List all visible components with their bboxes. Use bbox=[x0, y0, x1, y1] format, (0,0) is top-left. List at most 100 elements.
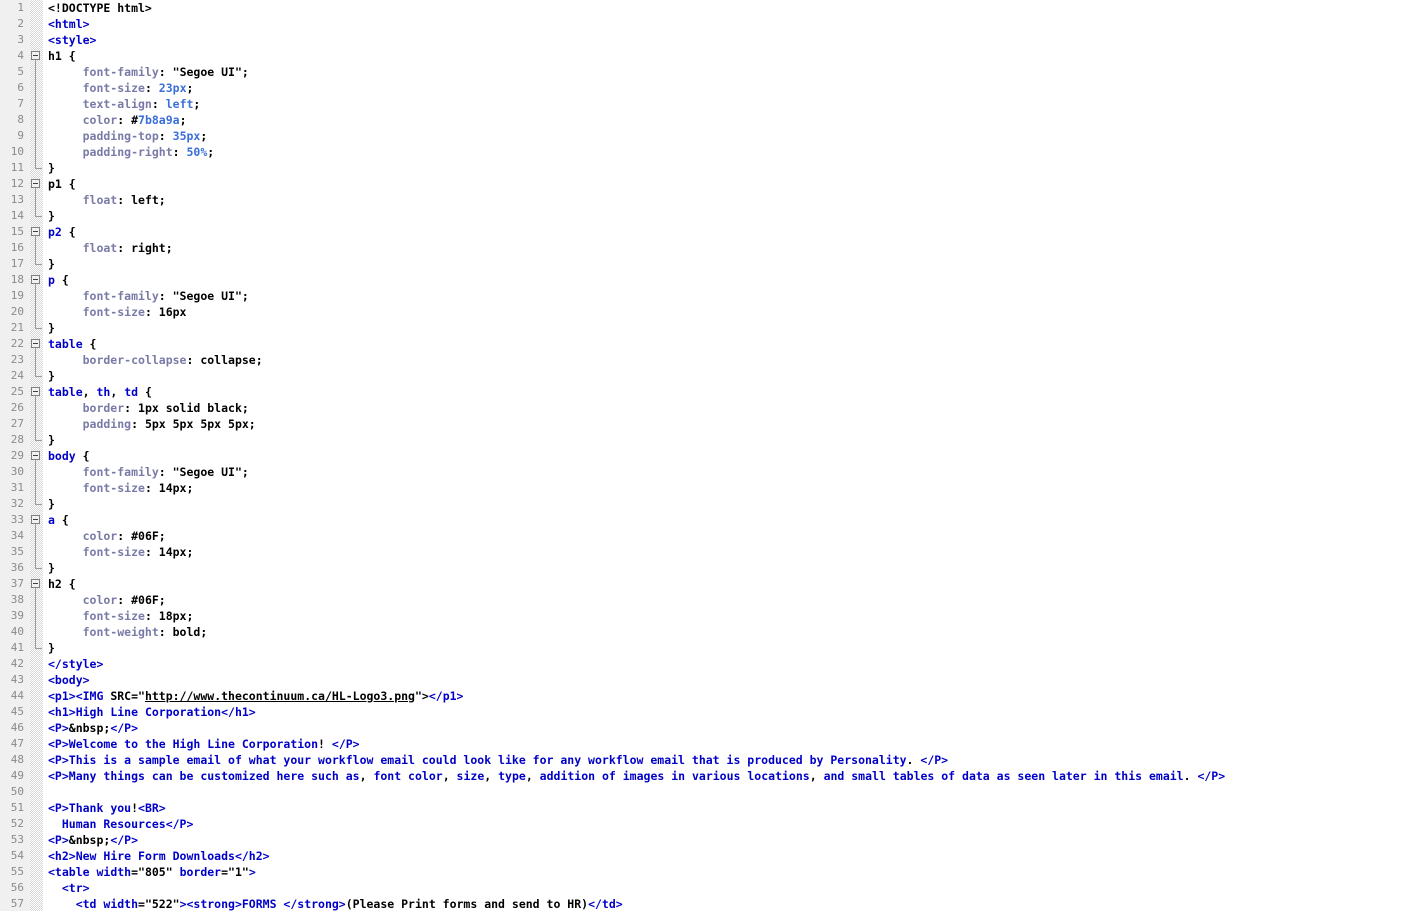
fold-collapse-icon[interactable] bbox=[31, 451, 40, 460]
code-line[interactable]: 57 <td width="522"><strong>FORMS </stron… bbox=[0, 896, 1419, 912]
code-line[interactable]: 40 font-weight: bold; bbox=[0, 624, 1419, 640]
code-line[interactable]: 13 float: left; bbox=[0, 192, 1419, 208]
code-line[interactable]: 6 font-size: 23px; bbox=[0, 80, 1419, 96]
code-line[interactable]: 44 <p1><IMG SRC="http://www.thecontinuum.… bbox=[0, 688, 1419, 704]
code-line[interactable]: 39 font-size: 18px; bbox=[0, 608, 1419, 624]
code-line[interactable]: 49 <P>Many things can be customized here … bbox=[0, 768, 1419, 784]
code-line[interactable]: 3 <style> bbox=[0, 32, 1419, 48]
fold-collapse-icon[interactable] bbox=[31, 339, 40, 348]
code-line[interactable]: 26 border: 1px solid black; bbox=[0, 400, 1419, 416]
code-line[interactable]: 45 <h1>High Line Corporation</h1> bbox=[0, 704, 1419, 720]
code-line[interactable]: 19 font-family: "Segoe UI"; bbox=[0, 288, 1419, 304]
code-line[interactable]: 27 padding: 5px 5px 5px 5px; bbox=[0, 416, 1419, 432]
code-line[interactable]: 11} bbox=[0, 160, 1419, 176]
fold-collapse-icon[interactable] bbox=[31, 515, 40, 524]
code-line[interactable]: 20 font-size: 16px bbox=[0, 304, 1419, 320]
fold-collapse-icon[interactable] bbox=[31, 275, 40, 284]
code-line[interactable]: 35 font-size: 14px; bbox=[0, 544, 1419, 560]
token-prop: font-weight bbox=[48, 625, 159, 639]
token-prop: border bbox=[48, 401, 125, 415]
code-line[interactable]: 32} bbox=[0, 496, 1419, 512]
fold-collapse-icon[interactable] bbox=[31, 579, 40, 588]
code-line[interactable]: 16 float: right; bbox=[0, 240, 1419, 256]
code-line[interactable]: 21} bbox=[0, 320, 1419, 336]
code-line[interactable]: 52 Human Resources</P> bbox=[0, 816, 1419, 832]
token-prop: font-family bbox=[48, 465, 159, 479]
code-line[interactable]: 37 h2 { bbox=[0, 576, 1419, 592]
code-line[interactable]: 15 p2 { bbox=[0, 224, 1419, 240]
line-content: font-size: 16px bbox=[48, 304, 187, 320]
line-content: <P>Many things can be customized here su… bbox=[48, 768, 1225, 784]
code-editor[interactable]: 1 <!DOCTYPE html> 2 <html> 3 <style> 4 h1 {5 fo… bbox=[0, 0, 1419, 911]
code-line[interactable]: 4 h1 { bbox=[0, 48, 1419, 64]
code-line[interactable]: 7 text-align: left; bbox=[0, 96, 1419, 112]
token-valblue: 23px bbox=[158, 81, 187, 95]
fold-collapse-icon[interactable] bbox=[31, 51, 40, 60]
code-line[interactable]: 2 <html> bbox=[0, 16, 1419, 32]
code-line[interactable]: 50 bbox=[0, 784, 1419, 800]
code-line[interactable]: 42 </style> bbox=[0, 656, 1419, 672]
fold-guide-line bbox=[35, 348, 36, 376]
code-line[interactable]: 5 font-family: "Segoe UI"; bbox=[0, 64, 1419, 80]
code-line[interactable]: 17} bbox=[0, 256, 1419, 272]
code-line[interactable]: 54 <h2>New Hire Form Downloads</h2> bbox=[0, 848, 1419, 864]
code-text-area[interactable]: 1 <!DOCTYPE html> 2 <html> 3 <style> 4 h1 {5 fo… bbox=[0, 0, 1419, 911]
token-valblue: 7b8a9a bbox=[138, 113, 180, 127]
line-content: float: right; bbox=[48, 240, 173, 256]
code-line[interactable]: 8 color: #7b8a9a; bbox=[0, 112, 1419, 128]
code-line[interactable]: 22 table { bbox=[0, 336, 1419, 352]
token-tag: </P> bbox=[110, 833, 139, 847]
fold-collapse-icon[interactable] bbox=[31, 387, 40, 396]
token-prop: font-size bbox=[48, 545, 145, 559]
code-line[interactable]: 38 color: #06F; bbox=[0, 592, 1419, 608]
code-line[interactable]: 28} bbox=[0, 432, 1419, 448]
token-tag: <html> bbox=[48, 17, 90, 31]
code-line[interactable]: 24} bbox=[0, 368, 1419, 384]
line-content: padding: 5px 5px 5px 5px; bbox=[48, 416, 256, 432]
code-line[interactable]: 29 body { bbox=[0, 448, 1419, 464]
token-plain: { bbox=[138, 385, 152, 399]
code-line[interactable]: 12 p1 { bbox=[0, 176, 1419, 192]
line-content: font-weight: bold; bbox=[48, 624, 208, 640]
code-line[interactable]: 43 <body> bbox=[0, 672, 1419, 688]
fold-collapse-icon[interactable] bbox=[31, 179, 40, 188]
line-content: padding-right: 50%; bbox=[48, 144, 215, 160]
token-plain: : bbox=[158, 65, 173, 79]
code-line[interactable]: 48 <P>This is a sample email of what your… bbox=[0, 752, 1419, 768]
code-line[interactable]: 46 <P>&nbsp;</P> bbox=[0, 720, 1419, 736]
code-line[interactable]: 56 <tr> bbox=[0, 880, 1419, 896]
token-prop: float bbox=[48, 193, 118, 207]
fold-guide-line bbox=[35, 396, 36, 440]
code-line[interactable]: 10 padding-right: 50%; bbox=[0, 144, 1419, 160]
code-line[interactable]: 55 <table width="805" border="1"> bbox=[0, 864, 1419, 880]
code-line[interactable]: 1 <!DOCTYPE html> bbox=[0, 0, 1419, 16]
line-number: 4 bbox=[17, 49, 24, 62]
code-line[interactable]: 23 border-collapse: collapse; bbox=[0, 352, 1419, 368]
line-content: <P>&nbsp;</P> bbox=[48, 832, 138, 848]
token-plain: (Please Print forms and send to HR) bbox=[345, 897, 589, 911]
token-tag: <td bbox=[48, 897, 104, 911]
code-line[interactable]: 41} bbox=[0, 640, 1419, 656]
line-content: font-size: 14px; bbox=[48, 544, 194, 560]
token-tag: <BR> bbox=[138, 801, 166, 815]
code-line[interactable]: 36} bbox=[0, 560, 1419, 576]
code-line[interactable]: 30 font-family: "Segoe UI"; bbox=[0, 464, 1419, 480]
code-line[interactable]: 9 padding-top: 35px; bbox=[0, 128, 1419, 144]
token-tag: <h1> bbox=[48, 705, 76, 719]
code-line[interactable]: 47 <P>Welcome to the High Line Corporatio… bbox=[0, 736, 1419, 752]
fold-collapse-icon[interactable] bbox=[31, 227, 40, 236]
code-line[interactable]: 33 a { bbox=[0, 512, 1419, 528]
line-number: 2 bbox=[17, 17, 24, 30]
code-line[interactable]: 51 <P>Thank you!<BR> bbox=[0, 800, 1419, 816]
code-line[interactable]: 34 color: #06F; bbox=[0, 528, 1419, 544]
token-link[interactable]: http://www.thecontinuum.ca/HL-Logo3.png bbox=[145, 689, 415, 703]
code-line[interactable]: 31 font-size: 14px; bbox=[0, 480, 1419, 496]
code-line[interactable]: 53 <P>&nbsp;</P> bbox=[0, 832, 1419, 848]
code-line[interactable]: 18 p { bbox=[0, 272, 1419, 288]
token-txt: Human Resources bbox=[48, 817, 166, 831]
line-content: <style> bbox=[48, 32, 96, 48]
token-txt: type bbox=[498, 769, 526, 783]
code-line[interactable]: 25 table, th, td { bbox=[0, 384, 1419, 400]
line-number: 12 bbox=[10, 177, 24, 190]
code-line[interactable]: 14} bbox=[0, 208, 1419, 224]
